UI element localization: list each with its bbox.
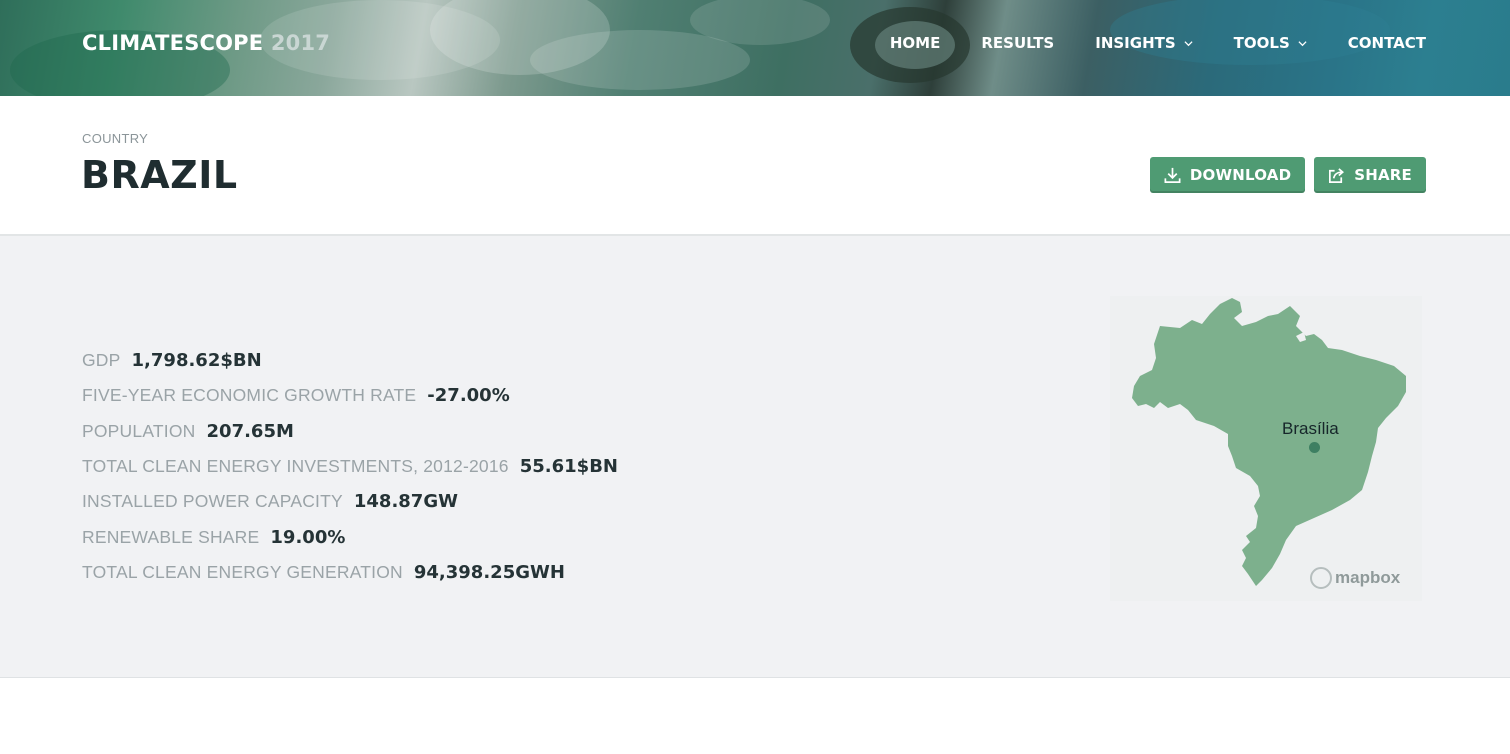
stats-list: GDP 1,798.62$BN FIVE-YEAR ECONOMIC GROWT… (82, 343, 618, 590)
nav-tools-label: TOOLS (1233, 34, 1290, 52)
capital-label: Brasília (1282, 419, 1339, 438)
stat-label: POPULATION (82, 420, 196, 441)
mapbox-wordmark: mapbox (1335, 568, 1401, 587)
page-title: BRAZIL (81, 153, 238, 197)
brand-year: 2017 (270, 31, 331, 55)
stat-value: 1,798.62$BN (131, 350, 262, 372)
page-actions: DOWNLOAD SHARE (1149, 157, 1426, 193)
share-label: SHARE (1354, 166, 1412, 184)
stat-value: 55.61$BN (519, 456, 618, 478)
stat-value: -27.00% (427, 385, 510, 407)
page-header: COUNTRY BRAZIL DOWNLOAD SHARE (0, 96, 1510, 236)
stat-value: 94,398.25GWH (413, 561, 565, 583)
stat-label: RENEWABLE SHARE (82, 526, 260, 547)
page-bottom-area (0, 678, 1510, 754)
brand-name: CLIMATESCOPE (82, 31, 264, 55)
stat-gdp: GDP 1,798.62$BN (82, 343, 618, 378)
stat-clean-generation: TOTAL CLEAN ENERGY GENERATION 94,398.25G… (82, 555, 618, 590)
stat-growth-rate: FIVE-YEAR ECONOMIC GROWTH RATE -27.00% (82, 378, 618, 413)
brazil-shape (1132, 298, 1406, 586)
page-eyebrow: COUNTRY (82, 131, 149, 146)
stat-label: INSTALLED POWER CAPACITY (82, 491, 343, 512)
nav-contact[interactable]: CONTACT (1348, 34, 1426, 52)
country-outline (1132, 298, 1406, 586)
stat-installed-capacity: INSTALLED POWER CAPACITY 148.87GW (82, 484, 618, 519)
share-button[interactable]: SHARE (1314, 157, 1426, 193)
nav-results[interactable]: RESULTS (981, 34, 1054, 52)
mapbox-attribution[interactable]: mapbox (1310, 567, 1400, 589)
share-icon (1329, 167, 1345, 183)
nav-home[interactable]: HOME (890, 34, 940, 52)
capital-marker (1309, 442, 1320, 453)
chevron-down-icon (1184, 40, 1193, 46)
stat-label: TOTAL CLEAN ENERGY GENERATION (82, 561, 403, 582)
nav-contact-label: CONTACT (1347, 34, 1426, 52)
nav-results-label: RESULTS (981, 34, 1055, 52)
stat-label: FIVE-YEAR ECONOMIC GROWTH RATE (82, 385, 417, 406)
nav-insights-label: INSIGHTS (1095, 34, 1176, 52)
download-button[interactable]: DOWNLOAD (1149, 157, 1306, 193)
stat-clean-investments: TOTAL CLEAN ENERGY INVESTMENTS, 2012-201… (82, 449, 618, 484)
stat-value: 19.00% (270, 526, 346, 548)
stat-value: 148.87GW (353, 491, 458, 513)
download-label: DOWNLOAD (1189, 166, 1292, 184)
stat-label: TOTAL CLEAN ENERGY INVESTMENTS, 2012-201… (82, 456, 509, 477)
stat-renewable-share: RENEWABLE SHARE 19.00% (82, 519, 618, 554)
stat-value: 207.65M (206, 420, 294, 442)
stat-population: POPULATION 207.65M (82, 414, 618, 449)
site-header: CLIMATESCOPE 2017 HOME RESULTS INSIGHTS … (0, 0, 1510, 96)
country-map[interactable]: Brasília mapbox (1110, 296, 1422, 601)
nav-insights[interactable]: INSIGHTS (1095, 34, 1193, 52)
nav-tools[interactable]: TOOLS (1234, 34, 1307, 52)
site-logo[interactable]: CLIMATESCOPE 2017 (82, 31, 330, 55)
stat-label: GDP (82, 350, 121, 371)
country-overview: GDP 1,798.62$BN FIVE-YEAR ECONOMIC GROWT… (0, 236, 1510, 678)
main-nav: HOME RESULTS INSIGHTS TOOLS CONTACT (890, 34, 1426, 52)
mapbox-icon (1310, 567, 1332, 589)
chevron-down-icon (1298, 40, 1307, 46)
nav-home-label: HOME (889, 34, 941, 52)
download-icon (1164, 167, 1181, 183)
